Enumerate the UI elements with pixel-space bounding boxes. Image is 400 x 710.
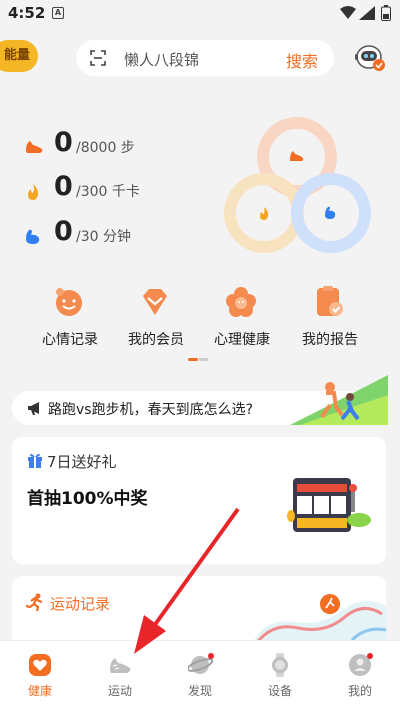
status-bar: 4:52 A	[0, 0, 400, 28]
minutes-value: 0	[54, 216, 73, 247]
search-button[interactable]: 搜索	[286, 48, 318, 72]
slot-machine-illustration	[287, 478, 371, 532]
mental-health-flower-icon	[226, 287, 256, 317]
profile-icon	[349, 653, 373, 676]
quick-link-report[interactable]: 我的报告	[288, 286, 368, 348]
megaphone-icon	[28, 402, 39, 415]
muscle-icon	[26, 229, 40, 244]
header: 能量 懒人八段锦 搜索	[0, 32, 400, 82]
tab-label: 我的	[347, 684, 372, 698]
ring-flame-icon	[260, 207, 269, 220]
flame-icon	[28, 184, 39, 200]
robot-assistant-icon[interactable]	[354, 42, 388, 72]
heart-icon	[29, 654, 51, 676]
gift-card-title: 7日送好礼	[47, 453, 117, 471]
ring-muscle-icon	[325, 206, 336, 219]
quick-link-mood[interactable]: 心情记录	[28, 286, 108, 348]
report-clipboard-icon	[317, 286, 343, 316]
tab-label: 健康	[27, 684, 52, 698]
bottom-tab-bar: 健康 运动 发现 设备 我的	[0, 640, 400, 710]
tab-label: 发现	[187, 684, 212, 698]
energy-button[interactable]: 能量	[0, 40, 38, 72]
gift-icon	[28, 453, 42, 468]
notice-text: 路跑vs跑步机，春天到底怎么选?	[48, 402, 254, 418]
calories-goal: /300 千卡	[76, 184, 140, 200]
quick-link-vip[interactable]: 我的会员	[114, 286, 194, 348]
notification-icon: A	[52, 7, 64, 19]
tab-label: 设备	[267, 684, 292, 698]
exercise-record-title: 运动记录	[50, 595, 111, 613]
watch-icon	[272, 653, 288, 677]
search-input[interactable]: 懒人八段锦	[124, 49, 199, 70]
signal-icon	[359, 6, 375, 20]
gift-card[interactable]: 7日送好礼 首抽100%中奖	[12, 437, 386, 564]
tab-sport[interactable]: 运动	[88, 653, 152, 705]
runner-icon	[25, 593, 43, 611]
carousel-indicator	[188, 358, 208, 361]
wifi-icon	[340, 6, 356, 19]
running-illustration	[290, 375, 388, 425]
gift-card-subtitle: 首抽100%中奖	[27, 489, 148, 509]
calories-value: 0	[54, 171, 73, 202]
battery-icon	[381, 5, 391, 21]
tab-device[interactable]: 设备	[248, 653, 312, 705]
mood-face-icon	[56, 288, 82, 316]
minutes-goal: /30 分钟	[76, 229, 131, 245]
quick-link-mental-health[interactable]: 心理健康	[200, 286, 280, 348]
tab-discover[interactable]: 发现	[168, 653, 232, 705]
tab-health[interactable]: 健康	[8, 653, 72, 705]
search-bar[interactable]: 懒人八段锦 搜索	[76, 40, 334, 76]
scan-icon[interactable]	[90, 50, 106, 66]
activity-rings[interactable]	[218, 113, 378, 263]
tab-mine[interactable]: 我的	[328, 653, 392, 705]
route-map-illustration	[252, 594, 386, 646]
exercise-record-card[interactable]: 运动记录	[12, 576, 386, 646]
sneaker-icon	[110, 658, 131, 673]
quick-link-label: 我的会员	[128, 332, 184, 348]
steps-value: 0	[54, 127, 73, 158]
quick-link-label: 心情记录	[42, 332, 98, 348]
planet-icon	[188, 653, 214, 674]
steps-goal: /8000 步	[76, 140, 135, 156]
shoe-icon	[26, 141, 43, 153]
ring-shoe-icon	[290, 151, 304, 161]
vip-diamond-icon	[143, 289, 167, 315]
quick-link-label: 心理健康	[214, 332, 270, 348]
status-time: 4:52	[8, 4, 46, 22]
quick-link-label: 我的报告	[302, 332, 358, 348]
tab-label: 运动	[107, 684, 132, 698]
